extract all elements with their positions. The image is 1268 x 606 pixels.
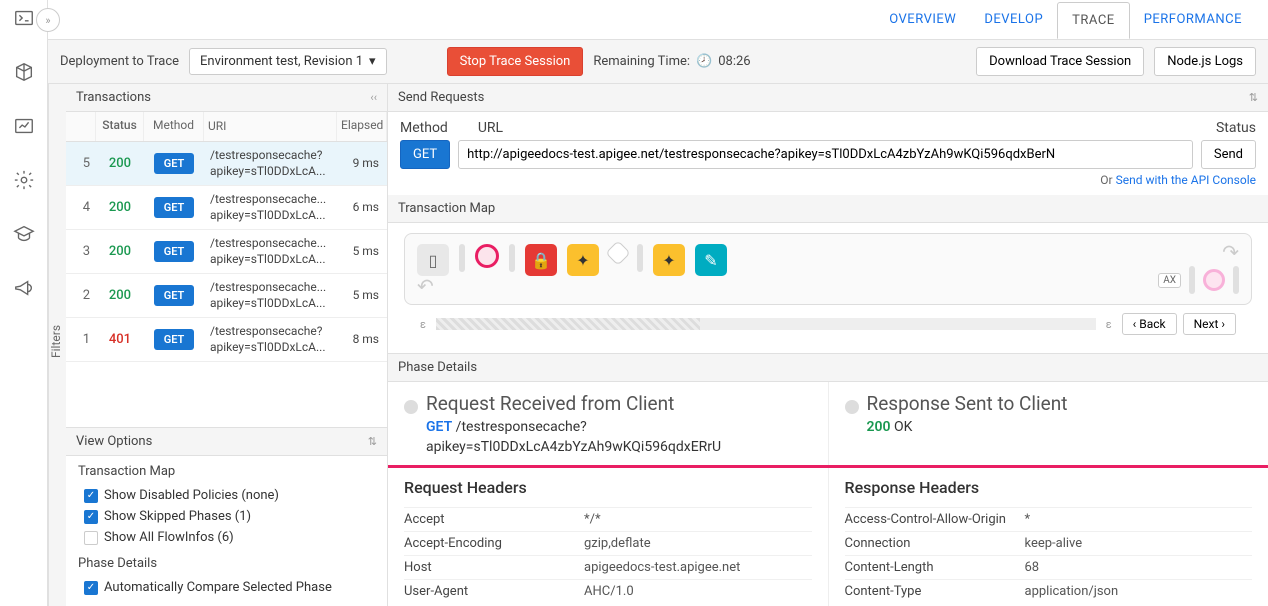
response-headers-title: Response Headers	[845, 478, 1253, 497]
next-button[interactable]: Next ›	[1183, 313, 1236, 335]
flow-arrow-icon: ↶	[417, 274, 434, 298]
method-button[interactable]: GET	[400, 140, 450, 169]
header-row: User-AgentAHC/1.0	[404, 579, 812, 603]
side-rail	[0, 0, 48, 606]
phase-slider[interactable]	[436, 318, 1096, 330]
policy-step-icon[interactable]: ✦	[567, 244, 599, 276]
topbar: » OVERVIEWDEVELOPTRACEPERFORMANCE	[48, 0, 1268, 40]
checkbox-option[interactable]: ✓Show Skipped Phases (1)	[84, 506, 375, 527]
terminal-icon[interactable]	[12, 6, 36, 30]
trace-toolbar: Deployment to Trace Environment test, Re…	[48, 40, 1268, 84]
table-row[interactable]: 5 200 GET /testresponsecache?apikey=sTl0…	[66, 142, 387, 186]
transactions-table: Status Method URI Elapsed 5 200 GET /tes…	[66, 112, 387, 427]
expand-icon[interactable]: ⇅	[1249, 91, 1258, 104]
request-headers-title: Request Headers	[404, 478, 812, 497]
header-row: Accept*/*	[404, 507, 812, 531]
tab-develop[interactable]: DEVELOP	[970, 2, 1057, 38]
checkbox-option[interactable]: ✓Automatically Compare Selected Phase	[84, 577, 375, 598]
api-console-link[interactable]: Send with the API Console	[1116, 173, 1256, 187]
header-row: Content-Typeapplication/json	[845, 579, 1253, 603]
tab-overview[interactable]: OVERVIEW	[875, 2, 970, 38]
policy-security-icon[interactable]: 🔒	[525, 244, 557, 276]
expand-icon[interactable]: ⇅	[368, 435, 377, 448]
phase-details-header: Phase Details	[388, 354, 1268, 382]
clock-icon: 🕗	[696, 54, 712, 69]
condition-icon[interactable]	[605, 240, 630, 265]
tab-performance[interactable]: PERFORMANCE	[1130, 2, 1256, 38]
header-row: Access-Control-Allow-Origin*	[845, 507, 1253, 531]
transactions-header: Transactions ‹‹	[66, 84, 387, 112]
tab-trace[interactable]: TRACE	[1057, 2, 1130, 39]
transaction-map[interactable]: ▯ 🔒 ✦ ✦ ✎ ↶ ↷ AX	[404, 233, 1252, 305]
analytics-icon[interactable]	[12, 114, 36, 138]
client-icon[interactable]: ▯	[417, 244, 449, 276]
response-phase: Response Sent to Client 200 OK	[828, 382, 1268, 465]
chevron-down-icon: ▾	[369, 54, 376, 69]
remaining-time: Remaining Time: 🕗 08:26	[593, 54, 750, 69]
header-row: Connectionkeep-alive	[845, 531, 1253, 555]
expand-rail-button[interactable]: »	[36, 8, 60, 32]
header-row: Hostapigeedocs-test.apigee.net	[404, 555, 812, 579]
view-options-header: View Options ⇅	[66, 428, 387, 456]
request-phase: Request Received from Client GET /testre…	[388, 382, 828, 465]
table-row[interactable]: 1 401 GET /testresponsecache?apikey=sTl0…	[66, 318, 387, 362]
table-row[interactable]: 4 200 GET /testresponsecache...apikey=sT…	[66, 186, 387, 230]
download-trace-button[interactable]: Download Trace Session	[976, 47, 1144, 76]
package-icon[interactable]	[12, 60, 36, 84]
send-requests-header: Send Requests ⇅	[388, 84, 1268, 112]
flow-end-icon[interactable]	[1203, 269, 1225, 291]
megaphone-icon[interactable]	[12, 276, 36, 300]
policy-step-icon[interactable]: ✦	[653, 244, 685, 276]
checkbox-option[interactable]: Show All FlowInfos (6)	[84, 527, 375, 548]
collapse-icon[interactable]: ‹‹	[370, 91, 377, 104]
deployment-label: Deployment to Trace	[60, 54, 179, 69]
table-row[interactable]: 3 200 GET /testresponsecache...apikey=sT…	[66, 230, 387, 274]
header-row: Accept-Encodinggzip,deflate	[404, 531, 812, 555]
transaction-map-header: Transaction Map	[388, 195, 1268, 223]
send-button[interactable]: Send	[1201, 140, 1256, 169]
gear-icon[interactable]	[12, 168, 36, 192]
flow-start-icon[interactable]	[475, 244, 499, 268]
back-button[interactable]: ‹ Back	[1122, 313, 1177, 335]
filters-tab[interactable]: Filters	[48, 84, 66, 606]
checkbox-option[interactable]: ✓Show Disabled Policies (none)	[84, 485, 375, 506]
environment-dropdown[interactable]: Environment test, Revision 1 ▾	[189, 48, 387, 75]
table-row[interactable]: 2 200 GET /testresponsecache...apikey=sT…	[66, 274, 387, 318]
policy-edit-icon[interactable]: ✎	[695, 244, 727, 276]
url-input[interactable]	[458, 140, 1193, 169]
graduation-icon[interactable]	[12, 222, 36, 246]
nodejs-logs-button[interactable]: Node.js Logs	[1154, 47, 1256, 76]
analytics-badge[interactable]: AX	[1158, 273, 1181, 288]
stop-trace-button[interactable]: Stop Trace Session	[447, 47, 584, 76]
header-row: Content-Length68	[845, 555, 1253, 579]
